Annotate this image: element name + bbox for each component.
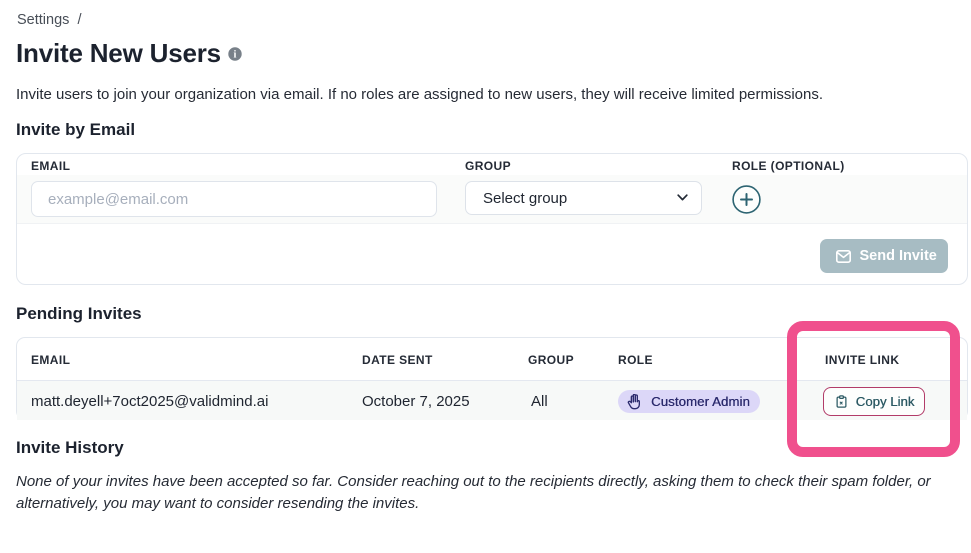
svg-text:i: i xyxy=(234,49,237,60)
